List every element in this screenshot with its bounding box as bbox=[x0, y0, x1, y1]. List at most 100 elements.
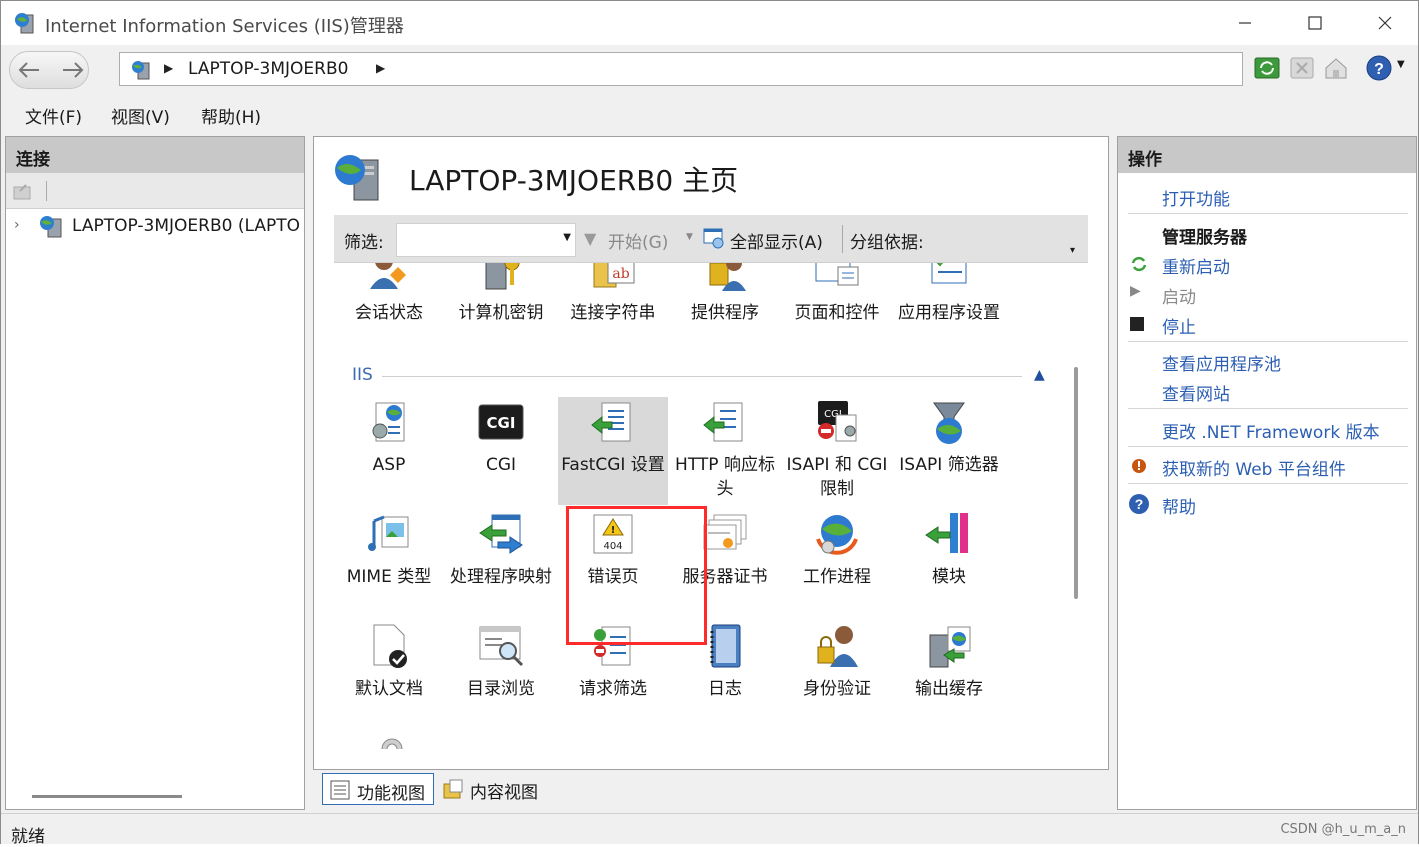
feature-providers[interactable]: 提供程序 bbox=[670, 263, 780, 325]
feature-label: 默认文档 bbox=[355, 679, 423, 699]
feature-modules[interactable]: 模块 bbox=[894, 509, 1004, 589]
feature-fastcgi[interactable]: FastCGI 设置 bbox=[558, 397, 668, 505]
feature-label: ISAPI 筛选器 bbox=[899, 455, 999, 475]
restart-link[interactable]: 重新启动 bbox=[1162, 253, 1230, 278]
stop-icon[interactable] bbox=[1288, 54, 1316, 82]
tree-server-node[interactable]: › LAPTOP-3MJOERB0 (LAPTO bbox=[14, 213, 304, 243]
feature-label: 目录浏览 bbox=[467, 679, 535, 699]
menu-help[interactable]: 帮助(H) bbox=[201, 103, 261, 128]
manage-server-heading: 管理服务器 bbox=[1162, 228, 1247, 248]
start-filter-button[interactable]: 开始(G) bbox=[608, 228, 668, 253]
providers-icon bbox=[709, 263, 746, 291]
window-title: Internet Information Services (IIS)管理器 bbox=[45, 16, 404, 37]
group-by-label[interactable]: 分组依据: bbox=[850, 228, 924, 253]
logging-icon bbox=[710, 624, 741, 668]
connections-panel: 连接 › LAPTOP-3MJOERB0 (LAPTO bbox=[5, 136, 305, 810]
feature-authentication[interactable]: 身份验证 bbox=[782, 621, 892, 701]
filter-input[interactable]: ▼ bbox=[396, 223, 576, 257]
new-connection-icon[interactable] bbox=[12, 181, 34, 201]
get-web-platform-link[interactable]: 获取新的 Web 平台组件 bbox=[1162, 455, 1346, 480]
help-link[interactable]: 帮助 bbox=[1162, 493, 1196, 518]
home-icon[interactable] bbox=[1322, 54, 1350, 82]
features-scrollbar[interactable] bbox=[1074, 367, 1078, 599]
close-button[interactable] bbox=[1350, 1, 1419, 45]
feature-session-state[interactable]: 会话状态 bbox=[334, 263, 444, 325]
start-icon: ▶ bbox=[1130, 283, 1141, 299]
minimize-icon bbox=[1239, 22, 1251, 24]
back-button[interactable] bbox=[9, 53, 49, 87]
tab-features-view[interactable]: 功能视图 bbox=[322, 773, 434, 805]
feature-machine-key[interactable]: 计算机密钥 bbox=[446, 263, 556, 325]
http-headers-icon bbox=[703, 402, 743, 442]
connections-toolbar bbox=[6, 173, 304, 209]
server-globe-icon bbox=[335, 155, 379, 201]
stop-link[interactable]: 停止 bbox=[1162, 313, 1196, 338]
feature-worker-processes[interactable]: 工作进程 bbox=[782, 509, 892, 589]
feature-connection-strings[interactable]: ab 连接字符串 bbox=[558, 263, 668, 325]
refresh-icon[interactable] bbox=[1253, 54, 1281, 82]
maximize-button[interactable] bbox=[1280, 1, 1350, 45]
feature-label: 日志 bbox=[708, 679, 742, 699]
feature-handler-mappings[interactable]: 处理程序映射 bbox=[446, 509, 556, 589]
forward-button[interactable] bbox=[53, 53, 93, 87]
open-feature-link[interactable]: 打开功能 bbox=[1162, 185, 1230, 210]
server-globe-icon bbox=[132, 61, 150, 80]
feature-label: 计算机密钥 bbox=[458, 303, 544, 323]
address-bar[interactable]: ▶ LAPTOP-3MJOERB0 ▶ bbox=[119, 52, 1243, 86]
features-view-icon bbox=[330, 780, 350, 800]
tab-content-view[interactable]: 内容视图 bbox=[436, 773, 546, 805]
feature-label: ASP bbox=[372, 455, 406, 475]
status-bar: 就绪 CSDN @h_u_m_a_n bbox=[1, 813, 1418, 847]
actions-panel: 操作 打开功能 管理服务器 重新启动 ▶ 启动 停止 查看应用程序池 查看网站 … bbox=[1117, 136, 1417, 810]
section-collapse-icon[interactable]: ▲ bbox=[1034, 367, 1045, 383]
feature-label: CGI bbox=[485, 455, 517, 475]
help-icon[interactable]: ? bbox=[1365, 54, 1393, 82]
show-all-button[interactable]: 全部显示(A) bbox=[730, 228, 823, 253]
start-filter-icon: ▼ bbox=[584, 229, 597, 248]
feature-label: 请求筛选 bbox=[579, 679, 647, 699]
fastcgi-icon bbox=[591, 402, 631, 442]
feature-label: 提供程序 bbox=[691, 303, 759, 323]
feature-app-settings[interactable]: 应用程序设置 bbox=[894, 263, 1004, 325]
iis-manager-window: Internet Information Services (IIS)管理器 ▶… bbox=[0, 0, 1419, 847]
feature-directory-browsing[interactable]: 目录浏览 bbox=[446, 621, 556, 701]
menu-file[interactable]: 文件(F) bbox=[25, 103, 82, 128]
filter-bar-dropdown-icon[interactable]: ▾ bbox=[1070, 245, 1086, 261]
feature-label: 工作进程 bbox=[803, 567, 871, 587]
feature-label: 页面和控件 bbox=[794, 303, 880, 323]
start-link: 启动 bbox=[1162, 288, 1196, 308]
content-view-icon bbox=[443, 779, 463, 799]
actions-header: 操作 bbox=[1118, 137, 1416, 173]
feature-isapi-cgi[interactable]: CGI ISAPI 和 CGI 限制 bbox=[782, 397, 892, 501]
feature-output-caching[interactable]: 输出缓存 bbox=[894, 621, 1004, 701]
toolbar-divider bbox=[46, 181, 47, 201]
feature-cgi[interactable]: CGI CGI bbox=[446, 397, 556, 477]
start-dropdown-icon[interactable]: ▼ bbox=[686, 232, 693, 242]
breadcrumb-server[interactable]: LAPTOP-3MJOERB0 bbox=[188, 59, 348, 79]
help-dropdown-icon[interactable]: ▼ bbox=[1397, 59, 1405, 70]
filter-dropdown-icon[interactable]: ▼ bbox=[563, 232, 571, 243]
tree-expand-icon[interactable]: › bbox=[14, 217, 20, 233]
feature-label: HTTP 响应标头 bbox=[675, 455, 775, 499]
change-net-version-link[interactable]: 更改 .NET Framework 版本 bbox=[1162, 418, 1380, 443]
feature-pages-controls[interactable]: 页面和控件 bbox=[782, 263, 892, 325]
actions-separator bbox=[1128, 483, 1408, 484]
web-platform-icon bbox=[1132, 459, 1146, 473]
feature-label: 应用程序设置 bbox=[898, 303, 1000, 323]
certificates-icon bbox=[703, 514, 747, 550]
feature-default-document[interactable]: 默认文档 bbox=[334, 621, 444, 701]
breadcrumb-arrow-icon[interactable]: ▶ bbox=[376, 61, 385, 75]
view-app-pools-link[interactable]: 查看应用程序池 bbox=[1162, 350, 1281, 375]
back-arrow-icon bbox=[18, 62, 39, 78]
app-settings-icon bbox=[931, 263, 967, 284]
view-sites-link[interactable]: 查看网站 bbox=[1162, 380, 1230, 405]
connections-scrollbar[interactable] bbox=[32, 795, 182, 798]
menu-view[interactable]: 视图(V) bbox=[111, 103, 170, 128]
worker-process-icon bbox=[816, 515, 858, 555]
minimize-button[interactable] bbox=[1210, 1, 1280, 45]
feature-isapi-filter[interactable]: ISAPI 筛选器 bbox=[894, 397, 1004, 477]
feature-http-headers[interactable]: HTTP 响应标头 bbox=[670, 397, 780, 501]
filter-divider bbox=[842, 225, 843, 253]
feature-asp[interactable]: ASP bbox=[334, 397, 444, 477]
feature-mime[interactable]: MIME 类型 bbox=[334, 509, 444, 589]
